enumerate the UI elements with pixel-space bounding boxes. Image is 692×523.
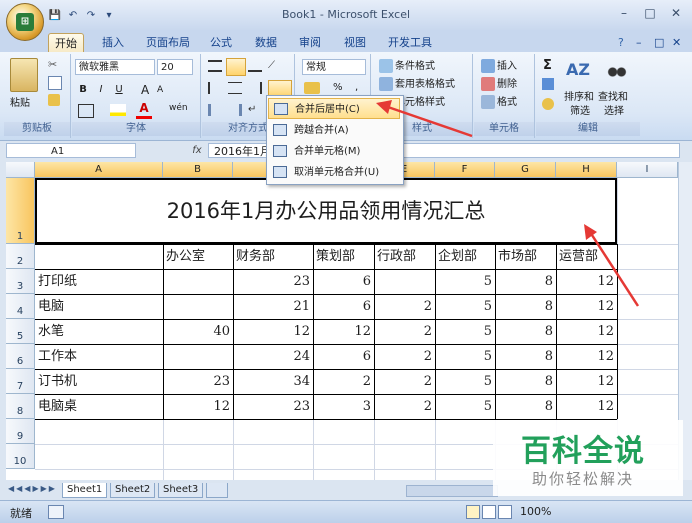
arrow-head-menu [376,100,392,114]
annotation-arrows [376,100,640,307]
arrow-to-title [588,231,640,307]
arrow-to-menu [384,104,473,138]
